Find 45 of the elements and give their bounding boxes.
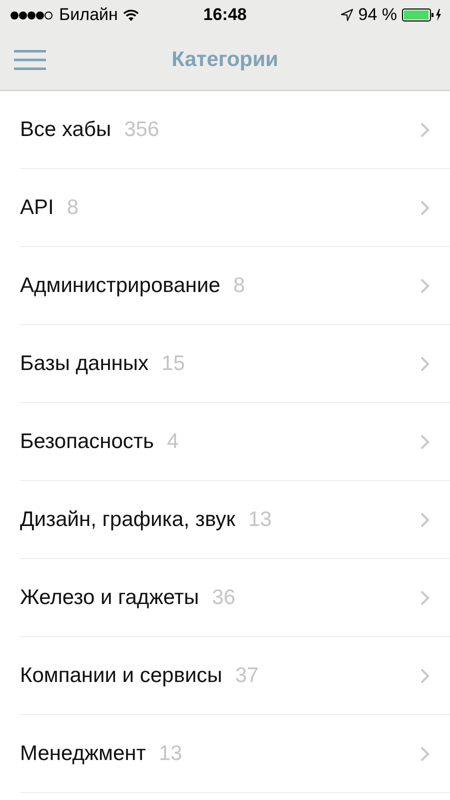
category-name: Компании и сервисы	[20, 664, 222, 688]
category-name: Базы данных	[20, 352, 149, 376]
category-name: API	[20, 196, 54, 220]
category-row[interactable]: Администрирование 8	[20, 247, 450, 325]
chevron-icon	[420, 356, 430, 372]
carrier-name: Билайн	[59, 5, 118, 25]
chevron-icon	[420, 434, 430, 450]
category-row[interactable]: Все хабы 356	[20, 91, 450, 169]
chevron-icon	[420, 278, 430, 294]
chevron-icon	[420, 746, 430, 762]
location-arrow-icon	[341, 9, 354, 21]
battery-percent: 94 %	[358, 5, 397, 25]
chevron-icon	[420, 122, 430, 138]
category-count: 4	[166, 430, 179, 454]
category-count: 13	[158, 742, 182, 766]
category-name: Все хабы	[20, 118, 112, 142]
chevron-icon	[420, 668, 430, 684]
category-count: 36	[212, 586, 236, 610]
category-name: Безопасность	[20, 430, 154, 454]
battery-charging-icon	[402, 8, 442, 22]
category-name: Администрирование	[20, 274, 220, 298]
wifi-icon	[122, 9, 139, 21]
screen-title: Категории	[170, 48, 280, 72]
chevron-icon	[420, 512, 430, 528]
category-row[interactable]: Дизайн, графика, звук 13	[20, 481, 450, 559]
category-row[interactable]: Железо и гаджеты 36	[20, 559, 450, 637]
category-name: Дизайн, графика, звук	[20, 508, 236, 532]
category-row[interactable]: Компании и сервисы 37	[20, 637, 450, 715]
category-row[interactable]: API 8	[20, 169, 450, 247]
category-count: 37	[235, 664, 259, 688]
category-row[interactable]: Менеджмент 13	[20, 715, 450, 793]
category-count: 356	[124, 118, 160, 142]
clock-time: 16:48	[202, 5, 248, 25]
category-count: 15	[162, 352, 185, 376]
chevron-icon	[420, 590, 430, 606]
category-count: 8	[66, 196, 79, 220]
category-row[interactable]: Безопасность 4	[20, 403, 450, 481]
category-row[interactable]: Базы данных 15	[20, 325, 450, 403]
category-name: Железо и гаджеты	[20, 586, 199, 610]
category-count: 13	[248, 508, 272, 532]
menu-button[interactable]	[14, 50, 46, 70]
category-count: 8	[233, 274, 245, 298]
chevron-icon	[420, 200, 430, 216]
category-name: Менеджмент	[20, 742, 146, 766]
signal-icon	[10, 10, 54, 20]
